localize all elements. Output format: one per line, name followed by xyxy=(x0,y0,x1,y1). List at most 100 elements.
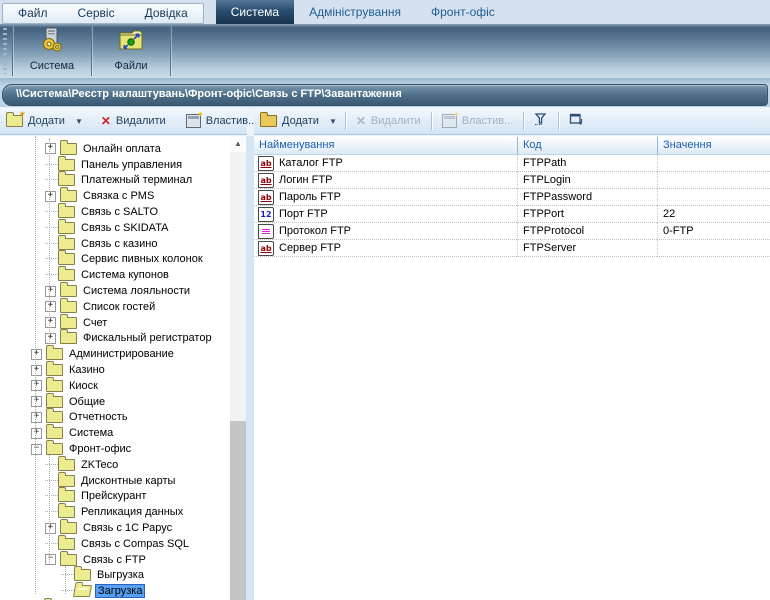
tree-item-label: Фронт-офис xyxy=(67,443,133,455)
expand-toggle-icon[interactable]: + xyxy=(31,396,42,407)
grid-delete-button[interactable]: ✕ Видалити xyxy=(350,110,427,132)
scroll-up-icon[interactable]: ▲ xyxy=(230,136,246,152)
tree-scrollbar-thumb[interactable] xyxy=(230,421,246,600)
tree-guide-line xyxy=(49,138,50,342)
tree-item-label: Киоск xyxy=(67,380,100,392)
param-name: Протокол FTP xyxy=(279,225,351,237)
tree-item-label: Сервис пивных колонок xyxy=(79,253,205,265)
tree-connector xyxy=(61,574,74,576)
expand-toggle-icon[interactable]: + xyxy=(45,317,56,328)
param-name: Каталог FTP xyxy=(279,157,343,169)
delete-icon: ✕ xyxy=(356,115,366,127)
tree-item-label: Фискальный регистратор xyxy=(81,332,214,344)
tree-item-label: Связь с SKIDATA xyxy=(79,222,170,234)
window-arrow-icon xyxy=(569,113,583,129)
filter-icon xyxy=(534,113,548,129)
table-row[interactable]: ab Каталог FTP FTPPath xyxy=(254,155,770,172)
expand-toggle-icon[interactable]: + xyxy=(31,412,42,423)
tree-guide-line xyxy=(49,452,50,564)
folder-icon xyxy=(46,348,63,360)
param-value: 22 xyxy=(663,208,675,220)
menu-help[interactable]: Довідка xyxy=(130,6,203,20)
column-header-name[interactable]: Найменування xyxy=(254,137,517,154)
tree-add-button[interactable]: ✶ Додати xyxy=(0,110,71,132)
toolbar-separator xyxy=(170,26,171,76)
delete-icon: ✕ xyxy=(101,115,111,127)
tree-item-label: Администрирование xyxy=(67,348,176,360)
column-header-value[interactable]: Значення xyxy=(657,137,770,154)
tab-administration[interactable]: Адміністрування xyxy=(294,0,416,24)
folder-icon xyxy=(46,411,63,423)
tree-connector xyxy=(45,511,58,513)
table-row[interactable]: ab Пароль FTP FTPPassword xyxy=(254,189,770,206)
folder-icon xyxy=(58,538,75,550)
tab-front-office[interactable]: Фронт-офіс xyxy=(416,0,510,24)
menu-file[interactable]: Файл xyxy=(3,6,63,20)
files-icon xyxy=(117,27,145,56)
tree-connector xyxy=(45,274,58,276)
tree-scrollbar[interactable]: ▲ xyxy=(230,136,246,600)
folder-icon xyxy=(60,285,77,297)
main-toolbar: Система Файли xyxy=(0,24,770,78)
column-header-code[interactable]: Код xyxy=(517,137,657,154)
table-row[interactable]: 12 Порт FTP FTPPort 22 xyxy=(254,206,770,223)
expand-toggle-icon[interactable]: − xyxy=(45,554,56,565)
tree-add-dropdown-icon[interactable]: ▼ xyxy=(75,117,83,126)
properties-icon xyxy=(186,114,201,128)
show-in-window-button[interactable] xyxy=(563,110,589,132)
tree-item-label: Список гостей xyxy=(81,301,157,313)
tree-delete-button[interactable]: ✕ Видалити xyxy=(95,110,172,132)
system-button[interactable]: Система xyxy=(14,24,90,78)
table-row[interactable]: ab Сервер FTP FTPServer xyxy=(254,240,770,257)
menu-group: Файл Сервіс Довідка xyxy=(2,3,204,24)
folder-icon xyxy=(73,585,92,597)
tree-connector xyxy=(45,464,58,466)
expand-toggle-icon[interactable]: + xyxy=(45,333,56,344)
grid-add-button[interactable]: Додати xyxy=(254,110,325,132)
files-button[interactable]: Файли xyxy=(93,24,169,78)
tree-delete-label: Видалити xyxy=(116,115,166,127)
grid-properties-button[interactable]: Властив... xyxy=(436,110,520,132)
expand-toggle-icon[interactable]: − xyxy=(31,444,42,455)
tree-properties-button[interactable]: Властив... xyxy=(180,110,264,132)
parameters-grid-panel: Найменування Код Значення ab Каталог FTP… xyxy=(254,136,770,600)
folder-icon xyxy=(60,143,77,155)
toolbar-separator xyxy=(345,112,346,130)
table-row[interactable]: ab Логин FTP FTPLogin xyxy=(254,172,770,189)
tree-item-label: Общие xyxy=(67,396,107,408)
expand-toggle-icon[interactable]: + xyxy=(45,301,56,312)
folder-icon xyxy=(60,332,77,344)
expand-toggle-icon[interactable]: + xyxy=(45,523,56,534)
param-code: FTPLogin xyxy=(523,174,571,186)
toolbar-grip[interactable] xyxy=(1,28,10,74)
tree-item-label: Связь с казино xyxy=(79,238,159,250)
expand-toggle-icon[interactable]: + xyxy=(45,143,56,154)
expand-toggle-icon[interactable]: + xyxy=(31,349,42,360)
filter-button[interactable] xyxy=(528,110,554,132)
expand-toggle-icon[interactable]: + xyxy=(31,365,42,376)
tree-item-label: Онлайн оплата xyxy=(81,143,163,155)
panel-splitter[interactable] xyxy=(246,136,254,600)
tree-connector xyxy=(45,179,58,181)
folder-icon xyxy=(74,569,91,581)
tab-system[interactable]: Система xyxy=(216,0,294,24)
param-name: Сервер FTP xyxy=(279,242,341,254)
tree-add-label: Додати xyxy=(28,115,65,127)
folder-icon xyxy=(60,301,77,313)
param-type-icon: ab xyxy=(258,173,274,188)
menu-service[interactable]: Сервіс xyxy=(63,6,130,20)
toolbar-separator xyxy=(12,26,13,76)
folder-icon xyxy=(46,380,63,392)
tree-connector xyxy=(45,164,58,166)
folder-icon xyxy=(58,253,75,265)
grid-add-dropdown-icon[interactable]: ▼ xyxy=(329,117,337,126)
folder-icon xyxy=(46,443,63,455)
expand-toggle-icon[interactable]: + xyxy=(31,428,42,439)
tree-item-label: Выгрузка xyxy=(95,569,146,581)
table-row[interactable]: Протокол FTP FTPProtocol 0-FTP xyxy=(254,223,770,240)
expand-toggle-icon[interactable]: + xyxy=(45,286,56,297)
tree-connector xyxy=(45,543,58,545)
expand-toggle-icon[interactable]: + xyxy=(31,380,42,391)
folder-icon xyxy=(60,522,77,534)
expand-toggle-icon[interactable]: + xyxy=(45,191,56,202)
